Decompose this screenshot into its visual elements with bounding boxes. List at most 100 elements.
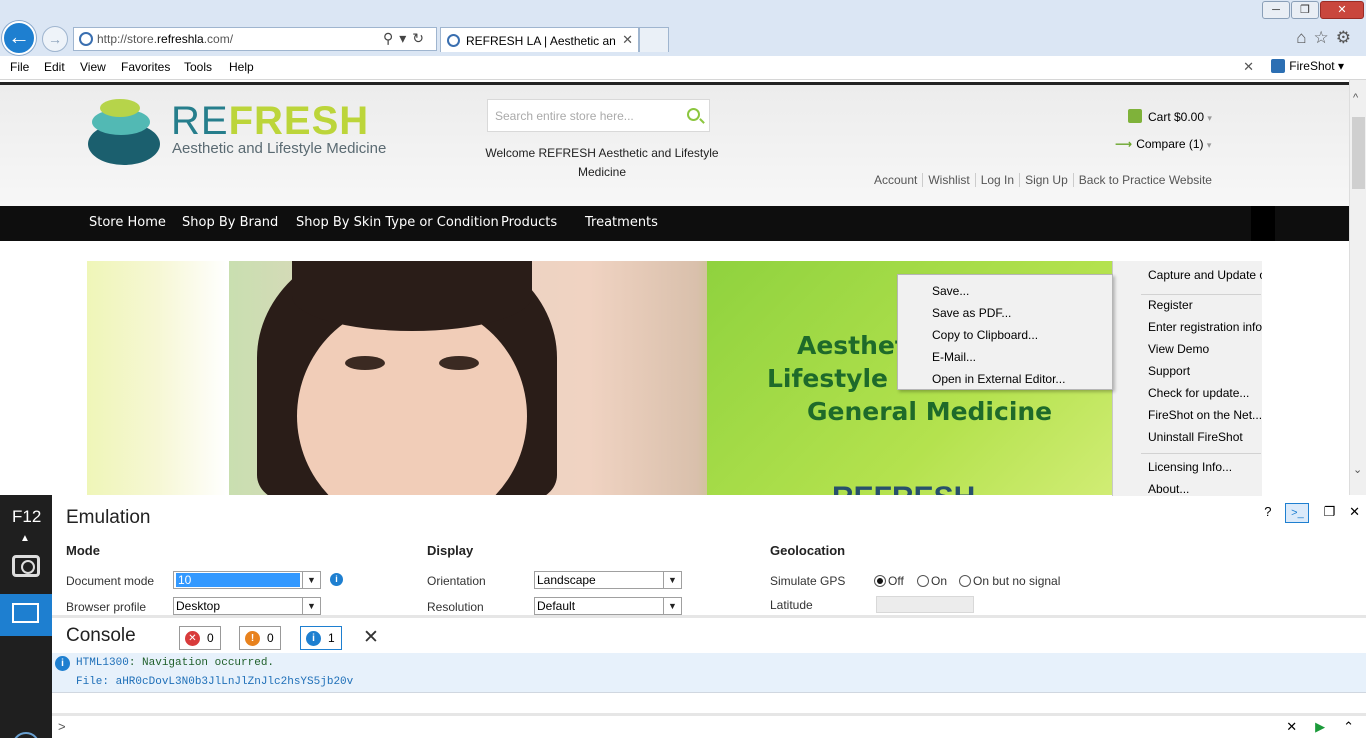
messages-filter-button[interactable]: i1 bbox=[300, 626, 342, 650]
devtools-window-icons: ? >_ ❐ ✕ bbox=[1250, 503, 1360, 523]
scroll-thumb[interactable] bbox=[1352, 117, 1365, 189]
settings-gear-icon[interactable]: ⚙ bbox=[1336, 28, 1358, 47]
account-link[interactable]: Account bbox=[874, 173, 922, 187]
console-message-file-link[interactable]: File: aHR0cDovL3N0b3JlLnJlZnJlc2hsYS5jb2… bbox=[76, 676, 353, 688]
menu-copy-clipboard[interactable]: Copy to Clipboard... bbox=[932, 328, 1038, 342]
scroll-down-icon[interactable]: ⌄ bbox=[1353, 463, 1362, 476]
signup-link[interactable]: Sign Up bbox=[1019, 173, 1073, 187]
site-header: REFRESH Aesthetic and Lifestyle Medicine… bbox=[0, 82, 1349, 206]
nav-products[interactable]: Products bbox=[501, 215, 557, 230]
dropdown-icon[interactable]: ▾ bbox=[399, 30, 412, 46]
page-scrollbar[interactable]: ^ ⌄ bbox=[1349, 80, 1366, 495]
message-code-link[interactable]: HTML1300 bbox=[76, 657, 129, 669]
nav-treatments[interactable]: Treatments bbox=[585, 215, 658, 230]
f12-label: F12 bbox=[12, 507, 42, 526]
fireshot-main-menu: Capture and Update o Register Enter regi… bbox=[1112, 261, 1262, 496]
scroll-up-icon[interactable]: ^ bbox=[1353, 92, 1358, 104]
minimize-button[interactable]: ─ bbox=[1262, 1, 1290, 19]
gps-off-radio[interactable]: Off bbox=[874, 574, 904, 588]
errors-filter-button[interactable]: ✕ 0 bbox=[179, 626, 221, 650]
close-devtools-icon[interactable]: ✕ bbox=[1349, 504, 1360, 520]
menu-about[interactable]: About... bbox=[1148, 482, 1189, 496]
menu-support[interactable]: Support bbox=[1148, 364, 1190, 378]
emulation-title: Emulation bbox=[66, 507, 151, 528]
address-bar[interactable]: http://store.refreshla.com/ ⚲▾↻ bbox=[73, 27, 437, 51]
wishlist-link[interactable]: Wishlist bbox=[922, 173, 975, 187]
compare-link[interactable]: ⟶ Compare (1) ▾ bbox=[1115, 137, 1211, 151]
menu-fireshot-net[interactable]: FireShot on the Net... bbox=[1148, 408, 1262, 422]
close-window-button[interactable]: ✕ bbox=[1320, 1, 1364, 19]
chevron-down-icon: ▼ bbox=[302, 598, 320, 614]
menu-check-update[interactable]: Check for update... bbox=[1148, 386, 1249, 400]
console-header: Console ✕ 0 ! 0 i1 ✕ bbox=[52, 615, 1366, 651]
model-bangs bbox=[292, 261, 532, 331]
login-link[interactable]: Log In bbox=[974, 173, 1020, 187]
account-links: Account Wishlist Log In Sign Up Back to Prac… bbox=[874, 173, 1217, 187]
back-button[interactable]: ← bbox=[2, 21, 36, 55]
forward-button[interactable]: → bbox=[42, 26, 68, 52]
menu-capture-update[interactable]: Capture and Update o bbox=[1148, 268, 1262, 282]
menu-register[interactable]: Register bbox=[1148, 298, 1193, 312]
menu-save[interactable]: Save... bbox=[932, 284, 969, 298]
document-mode-select[interactable]: 10 ▼ bbox=[173, 571, 321, 589]
cart-link[interactable]: Cart $0.00 ▾ bbox=[1128, 109, 1212, 124]
menu-open-external-editor[interactable]: Open in External Editor... bbox=[932, 372, 1065, 386]
warning-icon: ! bbox=[245, 631, 260, 646]
tab-loading-icon bbox=[447, 34, 460, 47]
browser-profile-select[interactable]: Desktop ▼ bbox=[173, 597, 321, 615]
tab-close-icon[interactable]: ✕ bbox=[622, 32, 633, 48]
store-search-input[interactable]: Search entire store here... bbox=[487, 99, 710, 132]
info-icon[interactable]: i bbox=[330, 573, 343, 586]
menu-favorites[interactable]: Favorites bbox=[121, 60, 170, 74]
gps-no-signal-radio[interactable]: On but no signal bbox=[959, 574, 1060, 588]
favorites-star-icon[interactable]: ☆ bbox=[1314, 28, 1336, 47]
radio-selected-icon bbox=[874, 575, 886, 587]
collapse-up-icon[interactable]: ▲ bbox=[20, 533, 30, 544]
tab-title: REFRESH LA | Aesthetic an... bbox=[466, 34, 616, 48]
site-logo[interactable]: REFRESH bbox=[171, 99, 369, 143]
undock-icon[interactable]: ❐ bbox=[1323, 504, 1335, 520]
search-icon[interactable]: ⚲ bbox=[383, 30, 399, 46]
expand-icon[interactable]: ⌃ bbox=[1343, 719, 1354, 734]
nav-shop-by-brand[interactable]: Shop By Brand bbox=[182, 215, 278, 230]
menu-file[interactable]: File bbox=[10, 60, 29, 74]
help-icon[interactable]: ? bbox=[1264, 504, 1271, 519]
refresh-icon[interactable]: ↻ bbox=[412, 30, 430, 46]
menu-enter-registration[interactable]: Enter registration info... bbox=[1148, 320, 1262, 334]
nav-shop-by-skin-type[interactable]: Shop By Skin Type or Condition bbox=[296, 215, 499, 230]
menu-tools[interactable]: Tools bbox=[184, 60, 212, 74]
orientation-select[interactable]: Landscape ▼ bbox=[534, 571, 682, 589]
back-to-practice-link[interactable]: Back to Practice Website bbox=[1072, 173, 1217, 187]
menu-uninstall[interactable]: Uninstall FireShot bbox=[1148, 430, 1243, 444]
search-icon[interactable] bbox=[687, 108, 700, 121]
clear-console-icon[interactable]: ✕ bbox=[363, 626, 379, 649]
latitude-input[interactable] bbox=[876, 596, 974, 613]
circle-icon[interactable] bbox=[12, 732, 40, 738]
menu-view[interactable]: View bbox=[80, 60, 106, 74]
resolution-select[interactable]: Default ▼ bbox=[534, 597, 682, 615]
menu-email[interactable]: E-Mail... bbox=[932, 350, 976, 364]
mode-heading: Mode bbox=[66, 543, 100, 558]
console-toggle-icon[interactable]: >_ bbox=[1285, 503, 1310, 523]
new-tab-button[interactable] bbox=[639, 27, 669, 52]
menu-licensing-info[interactable]: Licensing Info... bbox=[1148, 460, 1232, 474]
console-input[interactable]: > ✕ ▶ ⌃ bbox=[52, 713, 1366, 738]
gps-on-radio[interactable]: On bbox=[917, 574, 947, 588]
menu-view-demo[interactable]: View Demo bbox=[1148, 342, 1209, 356]
address-tools[interactable]: ⚲▾↻ bbox=[383, 30, 430, 47]
tab-refresh-la[interactable]: REFRESH LA | Aesthetic an... ✕ bbox=[440, 27, 639, 52]
run-icon[interactable]: ▶ bbox=[1315, 719, 1325, 734]
restore-button[interactable]: ❐ bbox=[1291, 1, 1319, 19]
menu-edit[interactable]: Edit bbox=[44, 60, 65, 74]
clear-input-icon[interactable]: ✕ bbox=[1286, 719, 1297, 734]
nav-store-home[interactable]: Store Home bbox=[89, 215, 166, 230]
warnings-filter-button[interactable]: ! 0 bbox=[239, 626, 281, 650]
emulation-tool-button[interactable] bbox=[0, 594, 52, 636]
close-toolbar-icon[interactable]: ✕ bbox=[1243, 59, 1254, 75]
menu-help[interactable]: Help bbox=[229, 60, 254, 74]
menu-save-as-pdf[interactable]: Save as PDF... bbox=[932, 306, 1011, 320]
fireshot-button[interactable]: FireShot ▾ bbox=[1271, 59, 1344, 73]
camera-icon[interactable] bbox=[12, 555, 40, 577]
home-icon[interactable]: ⌂ bbox=[1296, 28, 1313, 47]
console-message: HTML1300: Navigation occurred. bbox=[76, 657, 275, 669]
